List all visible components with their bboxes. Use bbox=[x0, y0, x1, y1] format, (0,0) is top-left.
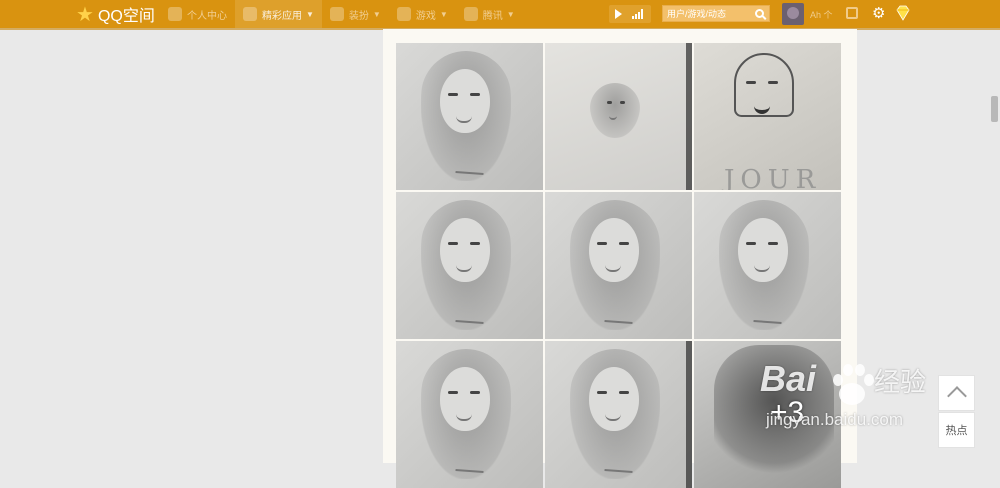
logout-icon[interactable] bbox=[846, 7, 858, 19]
search-icon[interactable] bbox=[755, 9, 764, 18]
play-icon[interactable] bbox=[615, 9, 622, 19]
page-scrollbar[interactable] bbox=[986, 30, 1000, 463]
chevron-down-icon: ▼ bbox=[506, 9, 515, 19]
gear-icon[interactable]: ⚙ bbox=[872, 5, 885, 23]
username[interactable]: Ah 个 bbox=[810, 8, 833, 21]
photo-thumbnail[interactable] bbox=[694, 192, 841, 339]
nav-item-label: 个人中心 bbox=[187, 10, 227, 22]
watermark-brand-cn: 经验 bbox=[874, 367, 927, 397]
music-player[interactable] bbox=[609, 5, 651, 23]
nav-item-label: 游戏 bbox=[415, 10, 436, 22]
nav-item-apps[interactable]: 精彩应用 ▼ bbox=[235, 0, 322, 28]
star-logo-icon: ★ bbox=[76, 3, 94, 26]
watermark-url: jingyan.baidu.com bbox=[766, 410, 904, 429]
photo-thumbnail[interactable] bbox=[545, 341, 692, 488]
game-icon bbox=[396, 7, 411, 21]
nav-item-label: 精彩应用 bbox=[262, 10, 302, 22]
user-icon bbox=[168, 7, 182, 21]
photo-thumbnail[interactable] bbox=[396, 341, 543, 488]
photo-thumbnail[interactable] bbox=[396, 192, 543, 339]
avatar[interactable] bbox=[782, 3, 804, 25]
photo-thumbnail[interactable] bbox=[545, 192, 692, 339]
nav-item-game[interactable]: 游戏 ▼ bbox=[389, 0, 456, 28]
dress-icon bbox=[329, 7, 344, 21]
back-to-top-button[interactable] bbox=[938, 375, 975, 411]
chevron-down-icon: ▼ bbox=[439, 9, 448, 19]
baidu-paw-icon bbox=[833, 364, 874, 405]
search-input[interactable] bbox=[663, 6, 753, 21]
photo-thumbnail[interactable]: JOUR bbox=[694, 43, 841, 190]
photo-thumbnail[interactable] bbox=[545, 43, 692, 190]
nav-item-label: 装扮 bbox=[348, 10, 369, 22]
qzone-logo[interactable]: ★ QQ空间 bbox=[76, 3, 155, 26]
photo-caption-text: JOUR bbox=[724, 165, 822, 190]
nav-item-label: 腾讯 bbox=[482, 10, 503, 22]
chevron-down-icon: ▼ bbox=[306, 9, 314, 19]
scrollbar-thumb[interactable] bbox=[991, 96, 998, 122]
nav-item-dress[interactable]: 装扮 ▼ bbox=[322, 0, 389, 28]
diamond-vip-icon[interactable] bbox=[895, 5, 911, 21]
photo-thumbnail[interactable] bbox=[396, 43, 543, 190]
hot-topics-button[interactable]: 热点 bbox=[938, 412, 975, 448]
volume-bars-icon bbox=[632, 9, 643, 19]
nav-item-tencent[interactable]: 腾讯 ▼ bbox=[456, 0, 523, 28]
hot-topics-label: 热点 bbox=[945, 425, 968, 437]
nav-item-personal-center[interactable]: 个人中心 bbox=[160, 0, 235, 28]
chevron-down-icon: ▼ bbox=[372, 9, 381, 19]
apps-icon bbox=[243, 7, 257, 21]
chevron-up-icon bbox=[946, 386, 967, 406]
watermark-brand-latin: Bai bbox=[760, 358, 817, 399]
logo-text: QQ空间 bbox=[97, 8, 155, 25]
main-nav: 个人中心 精彩应用 ▼ 装扮 ▼ 游戏 ▼ 腾讯 ▼ bbox=[160, 0, 523, 28]
shield-icon bbox=[463, 7, 478, 21]
search-box bbox=[662, 5, 770, 22]
